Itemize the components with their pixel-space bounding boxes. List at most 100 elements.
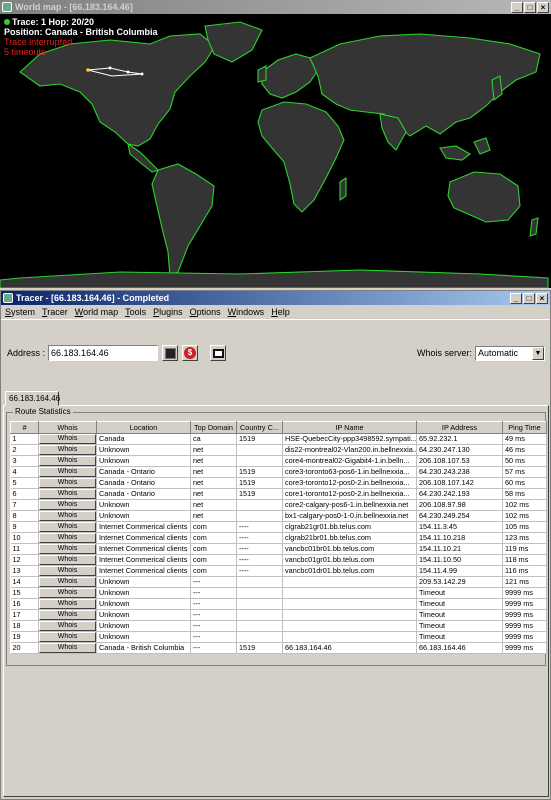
whois-button[interactable]: Whois [39, 588, 96, 598]
table-row[interactable]: 3 Whois Unknown net core4-montreal02-Gigabit… [10, 455, 547, 467]
menu-item-world-map[interactable]: World map [75, 307, 118, 317]
table-row[interactable]: 5 Whois Canada - Ontario net 1519 core3-toron… [10, 477, 547, 489]
table-row[interactable]: 15 Whois Unknown --- Timeout 9999 ms [10, 587, 547, 599]
whois-button[interactable]: Whois [39, 544, 96, 554]
world-map-titlebar[interactable]: World map - [66.183.164.46] _ □ × [0, 0, 551, 14]
whois-button[interactable]: Whois [39, 456, 96, 466]
start-trace-button[interactable] [162, 345, 179, 361]
table-cell: 64.230.243.238 [416, 466, 503, 478]
table-cell: 10 [10, 532, 39, 544]
whois-button[interactable]: Whois [39, 599, 96, 609]
menu-item-plugins[interactable]: Plugins [153, 307, 183, 317]
whois-button[interactable]: Whois [39, 434, 96, 444]
table-cell: com [190, 565, 237, 577]
table-row[interactable]: 9 Whois Internet Commerical clients com ----… [10, 521, 547, 533]
whois-button[interactable]: Whois [39, 577, 96, 587]
table-row[interactable]: 4 Whois Canada - Ontario net 1519 core3-toron… [10, 466, 547, 478]
column-header[interactable]: IP Address [416, 421, 503, 434]
column-header[interactable]: Top Domain [190, 421, 237, 434]
trace-icon [164, 347, 176, 359]
whois-button[interactable]: Whois [39, 522, 96, 532]
table-cell: bx1-calgary-pos0-1-0.in.bellnexxia.net [282, 510, 417, 522]
table-cell: Unknown [96, 455, 191, 467]
menu-item-help[interactable]: Help [271, 307, 290, 317]
table-cell: 9999 ms [502, 609, 547, 621]
whois-server-select[interactable]: Automatic ▼ [475, 345, 545, 361]
table-row[interactable]: 17 Whois Unknown --- Timeout 9999 ms [10, 609, 547, 621]
table-row[interactable]: 19 Whois Unknown --- Timeout 9999 ms [10, 631, 547, 643]
table-row[interactable]: 10 Whois Internet Commerical clients com ---… [10, 532, 547, 544]
route-statistics-label: Route Statistics [13, 407, 73, 416]
world-map-canvas[interactable]: Trace: 1 Hop: 20/20 Position: Canada - B… [0, 14, 551, 288]
table-cell: 66.183.164.46 [416, 642, 503, 654]
address-input[interactable] [48, 345, 159, 361]
table-cell: Canada - British Columbia [96, 642, 191, 654]
maximize-button[interactable]: □ [523, 292, 535, 304]
whois-button[interactable]: Whois [39, 467, 96, 477]
minimize-button[interactable]: _ [511, 1, 523, 13]
whois-button[interactable]: Whois [39, 632, 96, 642]
menu-item-windows[interactable]: Windows [228, 307, 265, 317]
column-header[interactable]: # [10, 421, 39, 434]
table-cell: 18 [10, 620, 39, 632]
stop-trace-button[interactable]: $ [182, 345, 199, 361]
table-cell [236, 587, 283, 599]
column-header[interactable]: Country C... [236, 421, 283, 434]
table-row[interactable]: 20 Whois Canada - British Columbia --- 1519 6… [10, 642, 547, 654]
table-cell: 9999 ms [502, 587, 547, 599]
chevron-down-icon[interactable]: ▼ [532, 346, 544, 360]
whois-button[interactable]: Whois [39, 610, 96, 620]
whois-cell: Whois [38, 488, 97, 500]
table-cell [282, 587, 417, 599]
whois-button[interactable]: Whois [39, 643, 96, 653]
table-row[interactable]: 13 Whois Internet Commerical clients com ---… [10, 565, 547, 577]
menu-item-options[interactable]: Options [190, 307, 221, 317]
whois-button[interactable]: Whois [39, 566, 96, 576]
tab-trace[interactable]: 66.183.164.46 [5, 391, 60, 406]
new-window-button[interactable] [210, 345, 227, 361]
table-row[interactable]: 6 Whois Canada - Ontario net 1519 core1-toron… [10, 488, 547, 500]
whois-button[interactable]: Whois [39, 555, 96, 565]
address-label: Address : [7, 348, 46, 358]
table-row[interactable]: 1 Whois Canada ca 1519 HSE-QuebecCity-ppp3498… [10, 433, 547, 445]
table-cell: 154.11.3.45 [416, 521, 503, 533]
whois-button[interactable]: Whois [39, 621, 96, 631]
table-cell: 206.108.107.53 [416, 455, 503, 467]
table-row[interactable]: 7 Whois Unknown net core2-calgary-pos6-1.in.… [10, 499, 547, 511]
table-row[interactable]: 8 Whois Unknown net bx1-calgary-pos0-1-0.in.… [10, 510, 547, 522]
whois-button[interactable]: Whois [39, 511, 96, 521]
menu-item-system[interactable]: System [5, 307, 35, 317]
whois-button[interactable]: Whois [39, 500, 96, 510]
close-button[interactable]: × [536, 292, 548, 304]
column-header[interactable]: Ping Time [502, 421, 547, 434]
table-row[interactable]: 18 Whois Unknown --- Timeout 9999 ms [10, 620, 547, 632]
tab-panel: Route Statistics # Whois Location Top Domai… [3, 405, 549, 797]
minimize-button[interactable]: _ [510, 292, 522, 304]
whois-button[interactable]: Whois [39, 478, 96, 488]
table-row[interactable]: 14 Whois Unknown --- 209.53.142.29 121 ms [10, 576, 547, 588]
maximize-button[interactable]: □ [524, 1, 536, 13]
table-cell: 9999 ms [502, 631, 547, 643]
table-row[interactable]: 2 Whois Unknown net dis22-montreal02-Vlan200… [10, 444, 547, 456]
whois-button[interactable]: Whois [39, 489, 96, 499]
table-cell: 102 ms [502, 499, 547, 511]
stop-icon: $ [184, 347, 197, 359]
whois-server-value: Automatic [478, 348, 519, 358]
table-cell [282, 620, 417, 632]
column-header[interactable]: Whois [38, 421, 97, 434]
menu-item-tools[interactable]: Tools [125, 307, 146, 317]
column-header[interactable]: IP Name [282, 421, 417, 434]
table-cell: 50 ms [502, 455, 547, 467]
table-row[interactable]: 12 Whois Internet Commerical clients com ---… [10, 554, 547, 566]
tracer-titlebar[interactable]: Tracer - [66.183.164.46] - Completed _ □… [1, 291, 550, 305]
whois-cell: Whois [38, 543, 97, 555]
table-row[interactable]: 11 Whois Internet Commerical clients com ---… [10, 543, 547, 555]
table-row[interactable]: 16 Whois Unknown --- Timeout 9999 ms [10, 598, 547, 610]
table-cell: --- [190, 620, 237, 632]
menu-item-tracer[interactable]: Tracer [42, 307, 68, 317]
column-header[interactable]: Location [96, 421, 191, 434]
whois-cell: Whois [38, 598, 97, 610]
whois-button[interactable]: Whois [39, 533, 96, 543]
close-button[interactable]: × [537, 1, 549, 13]
whois-button[interactable]: Whois [39, 445, 96, 455]
